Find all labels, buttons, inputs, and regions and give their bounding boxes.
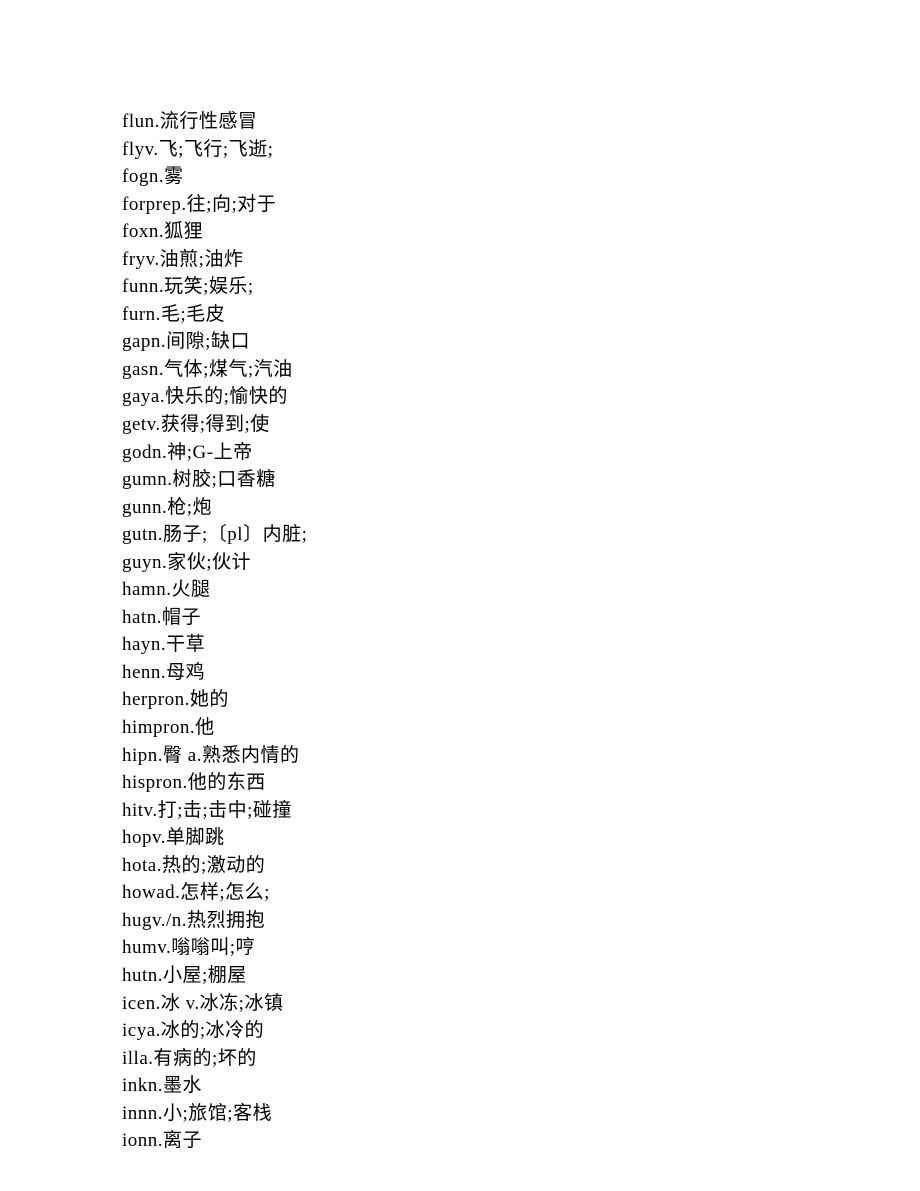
vocab-entry: humv.嗡嗡叫;哼 — [122, 934, 920, 962]
vocab-entry: hamn.火腿 — [122, 576, 920, 604]
vocab-entry: fryv.油煎;油炸 — [122, 246, 920, 274]
vocab-entry: gasn.气体;煤气;汽油 — [122, 356, 920, 384]
vocab-entry: icen.冰 v.冰冻;冰镇 — [122, 990, 920, 1018]
vocab-entry: gapn.间隙;缺口 — [122, 328, 920, 356]
vocab-entry: howad.怎样;怎么; — [122, 879, 920, 907]
vocab-entry: hispron.他的东西 — [122, 769, 920, 797]
vocab-entry: getv.获得;得到;使 — [122, 411, 920, 439]
vocab-entry: hayn.干草 — [122, 631, 920, 659]
vocab-entry: flyv.飞;飞行;飞逝; — [122, 136, 920, 164]
vocab-entry: gumn.树胶;口香糖 — [122, 466, 920, 494]
vocabulary-list: flun.流行性感冒flyv.飞;飞行;飞逝;fogn.雾forprep.往;向… — [0, 0, 920, 1155]
vocab-entry: inkn.墨水 — [122, 1072, 920, 1100]
vocab-entry: hutn.小屋;棚屋 — [122, 962, 920, 990]
vocab-entry: forprep.往;向;对于 — [122, 191, 920, 219]
vocab-entry: henn.母鸡 — [122, 659, 920, 687]
vocab-entry: fogn.雾 — [122, 163, 920, 191]
vocab-entry: illa.有病的;坏的 — [122, 1045, 920, 1073]
vocab-entry: foxn.狐狸 — [122, 218, 920, 246]
vocab-entry: guyn.家伙;伙计 — [122, 549, 920, 577]
vocab-entry: hopv.单脚跳 — [122, 824, 920, 852]
vocab-entry: gutn.肠子;〔pl〕内脏; — [122, 521, 920, 549]
vocab-entry: hitv.打;击;击中;碰撞 — [122, 797, 920, 825]
vocab-entry: ionn.离子 — [122, 1127, 920, 1155]
vocab-entry: hatn.帽子 — [122, 604, 920, 632]
vocab-entry: icya.冰的;冰冷的 — [122, 1017, 920, 1045]
vocab-entry: hugv./n.热烈拥抱 — [122, 907, 920, 935]
vocab-entry: godn.神;G-上帝 — [122, 439, 920, 467]
vocab-entry: himpron.他 — [122, 714, 920, 742]
vocab-entry: herpron.她的 — [122, 686, 920, 714]
vocab-entry: gunn.枪;炮 — [122, 494, 920, 522]
vocab-entry: furn.毛;毛皮 — [122, 301, 920, 329]
vocab-entry: funn.玩笑;娱乐; — [122, 273, 920, 301]
vocab-entry: hipn.臀 a.熟悉内情的 — [122, 742, 920, 770]
vocab-entry: hota.热的;激动的 — [122, 852, 920, 880]
vocab-entry: flun.流行性感冒 — [122, 108, 920, 136]
vocab-entry: gaya.快乐的;愉快的 — [122, 383, 920, 411]
vocab-entry: innn.小;旅馆;客栈 — [122, 1100, 920, 1128]
